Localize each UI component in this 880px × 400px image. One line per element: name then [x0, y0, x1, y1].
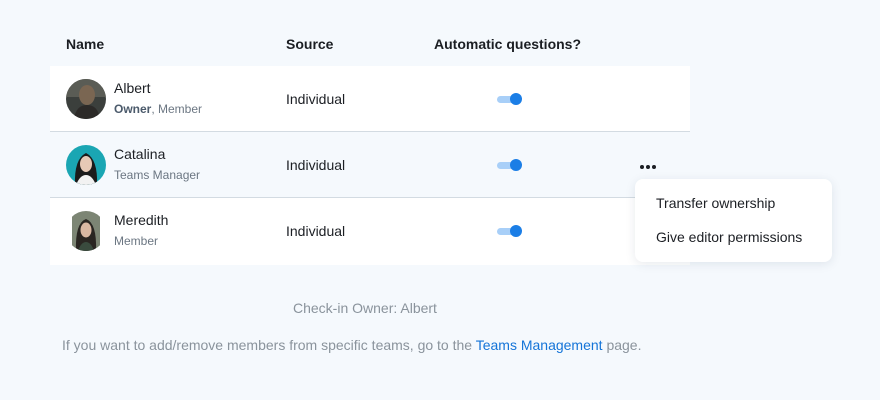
automatic-questions-toggle[interactable]: [497, 225, 523, 237]
transfer-ownership-menu-item[interactable]: Transfer ownership: [656, 195, 775, 211]
member-role-rest: , Member: [151, 102, 203, 116]
member-role: Member: [114, 234, 159, 248]
table-row: Catalina Teams Manager Individual: [50, 132, 690, 198]
member-source: Individual: [286, 157, 346, 173]
kebab-dot: [640, 165, 644, 169]
avatar: [66, 211, 106, 251]
give-editor-permissions-menu-item[interactable]: Give editor permissions: [656, 229, 802, 245]
member-name: Albert: [114, 80, 151, 96]
checkin-owner-text: Check-in Owner: Albert: [293, 300, 437, 316]
member-source: Individual: [286, 223, 346, 239]
member-role: Teams Manager: [114, 168, 201, 182]
info-prefix: If you want to add/remove members from s…: [62, 337, 473, 353]
automatic-questions-toggle[interactable]: [497, 93, 523, 105]
toggle-knob: [510, 225, 522, 237]
table-row: Meredith Member Individual: [50, 198, 690, 265]
automatic-questions-toggle[interactable]: [497, 159, 523, 171]
kebab-dot: [646, 165, 650, 169]
column-header-name: Name: [66, 36, 105, 52]
avatar: [66, 79, 106, 119]
info-suffix: page.: [606, 337, 642, 353]
toggle-knob: [510, 93, 522, 105]
column-header-source: Source: [286, 36, 334, 52]
toggle-knob: [510, 159, 522, 171]
member-source: Individual: [286, 91, 346, 107]
member-name: Meredith: [114, 212, 169, 228]
teams-management-info: If you want to add/remove members from s…: [62, 337, 642, 353]
column-header-automatic-questions: Automatic questions?: [434, 36, 582, 52]
avatar: [66, 145, 106, 185]
row-actions-menu: Transfer ownership Give editor permissio…: [635, 179, 832, 262]
kebab-dot: [652, 165, 656, 169]
members-table: Albert Owner, Member Individual Catalina…: [50, 66, 690, 265]
member-name: Catalina: [114, 146, 166, 162]
member-role: Owner, Member: [114, 102, 202, 116]
owner-role-label: Owner: [114, 102, 152, 116]
table-row: Albert Owner, Member Individual: [50, 66, 690, 132]
more-horizontal-icon[interactable]: [636, 160, 660, 174]
teams-management-link[interactable]: Teams Management: [476, 337, 603, 353]
